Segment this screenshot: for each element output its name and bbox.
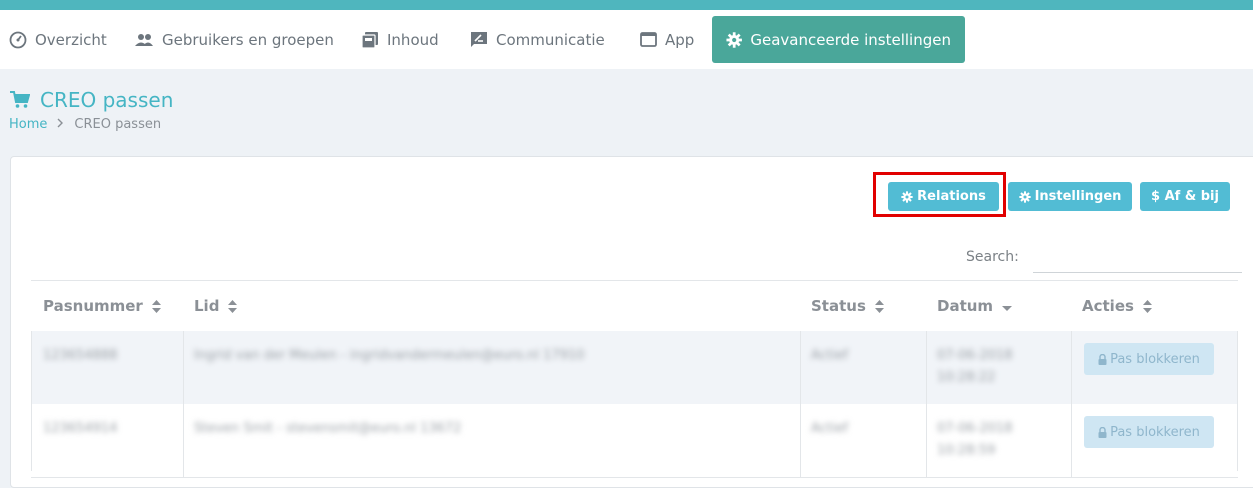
- chevron-right-icon: [57, 117, 64, 132]
- af-bij-label: $ Af & bij: [1151, 189, 1219, 204]
- nav-item-communicatie[interactable]: Communicatie: [470, 10, 605, 69]
- column-header-acties[interactable]: Acties: [1082, 281, 1152, 331]
- block-pass-label: Pas blokkeren: [1110, 424, 1200, 440]
- cell-datum-time: 10:28:59: [937, 443, 996, 458]
- page-title-text: CREO passen: [40, 88, 174, 112]
- sort-icon: [874, 299, 884, 313]
- table-left-border: [31, 331, 32, 471]
- cell-datum-date: 07-06-2018: [937, 348, 1013, 363]
- table-row: 123654888 Ingrid van der Meulen - ingrid…: [31, 331, 1238, 405]
- top-accent-bar: [0, 0, 1253, 10]
- nav-label: Geavanceerde instellingen: [750, 30, 951, 49]
- gear-icon: [1018, 190, 1031, 203]
- column-label: Datum: [937, 297, 994, 315]
- nav-label: Overzicht: [35, 30, 107, 49]
- table-right-border: [1237, 331, 1238, 471]
- column-divider: [1071, 331, 1072, 404]
- sort-icon: [151, 299, 161, 313]
- column-label: Lid: [194, 297, 220, 315]
- cell-status: Actief: [811, 348, 849, 363]
- block-pass-button[interactable]: Pas blokkeren: [1084, 416, 1214, 448]
- column-header-datum[interactable]: Datum: [937, 281, 1013, 331]
- cell-datum-date: 07-06-2018: [937, 421, 1013, 436]
- main-navbar: Overzicht Gebruikers en groepen Inhoud C…: [0, 10, 1253, 69]
- sort-icon: [1142, 299, 1152, 313]
- search-label: Search:: [966, 249, 1019, 265]
- breadcrumb: Home CREO passen: [9, 117, 161, 132]
- cell-datum: 07-06-2018 10:28:59: [937, 418, 1013, 462]
- sort-desc-icon: [1002, 305, 1013, 311]
- cell-pasnummer: 123654914: [43, 421, 118, 436]
- message-icon: [471, 31, 487, 47]
- nav-item-overzicht[interactable]: Overzicht: [9, 10, 107, 69]
- cell-datum: 07-06-2018 10:28:22: [937, 345, 1013, 389]
- nav-label: Communicatie: [496, 30, 605, 49]
- breadcrumb-current: CREO passen: [74, 117, 162, 132]
- column-divider: [800, 404, 801, 477]
- lock-icon: [1098, 353, 1107, 365]
- column-header-pasnummer[interactable]: Pasnummer: [43, 281, 161, 331]
- search-input[interactable]: [1033, 246, 1242, 273]
- sort-icon: [228, 299, 238, 313]
- cell-status: Actief: [811, 421, 849, 436]
- column-divider: [1071, 404, 1072, 477]
- nav-label: Gebruikers en groepen: [162, 30, 334, 49]
- users-icon: [135, 33, 153, 46]
- nav-item-inhoud[interactable]: Inhoud: [361, 10, 439, 69]
- cell-datum-time: 10:28:22: [937, 370, 996, 385]
- gear-icon: [726, 31, 742, 48]
- content-icon: [361, 31, 378, 49]
- cell-pasnummer: 123654888: [43, 348, 118, 363]
- cart-icon: [10, 91, 30, 108]
- nav-item-app[interactable]: App: [640, 10, 694, 69]
- cell-lid: Ingrid van der Meulen - ingridvandermeul…: [194, 348, 585, 363]
- breadcrumb-home[interactable]: Home: [9, 117, 47, 132]
- highlight-box: [873, 172, 1006, 217]
- column-label: Acties: [1082, 297, 1134, 315]
- instellingen-button[interactable]: Instellingen: [1008, 182, 1132, 211]
- page-title: CREO passen: [10, 88, 173, 112]
- block-pass-button[interactable]: Pas blokkeren: [1084, 343, 1214, 375]
- lock-icon: [1098, 426, 1107, 438]
- instellingen-label: Instellingen: [1034, 189, 1122, 204]
- column-divider: [926, 404, 927, 477]
- nav-label: Inhoud: [387, 30, 439, 49]
- nav-label: App: [665, 30, 695, 49]
- table-row: 123654914 Steven Smit - stevensmit@euro.…: [31, 404, 1238, 478]
- column-label: Pasnummer: [43, 297, 143, 315]
- cell-lid: Steven Smit - stevensmit@euro.nl 13672: [194, 421, 462, 436]
- block-pass-label: Pas blokkeren: [1110, 351, 1200, 367]
- column-divider: [926, 331, 927, 404]
- af-bij-button[interactable]: $ Af & bij: [1140, 182, 1230, 211]
- nav-item-geavanceerde-instellingen[interactable]: Geavanceerde instellingen: [712, 16, 965, 63]
- column-divider: [183, 331, 184, 404]
- column-header-lid[interactable]: Lid: [194, 281, 238, 331]
- column-divider: [183, 404, 184, 477]
- column-label: Status: [811, 297, 866, 315]
- column-header-status[interactable]: Status: [811, 281, 884, 331]
- column-divider: [800, 331, 801, 404]
- table-header: Pasnummer Lid Status Datum Acties: [31, 280, 1238, 332]
- nav-item-gebruikers[interactable]: Gebruikers en groepen: [134, 10, 334, 69]
- window-icon: [640, 32, 657, 47]
- dashboard-icon: [9, 31, 27, 48]
